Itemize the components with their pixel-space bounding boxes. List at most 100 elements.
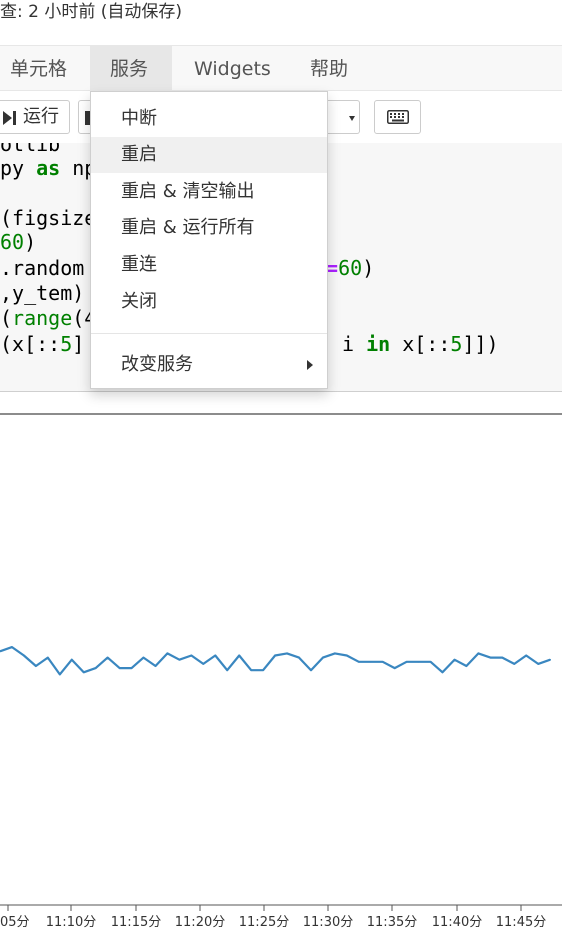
keyboard-icon xyxy=(387,110,409,124)
code-token: range xyxy=(12,306,73,330)
data-point xyxy=(310,669,312,671)
code-line: .random xyxy=(0,255,84,281)
code-token: 60 xyxy=(0,230,25,254)
data-point xyxy=(286,652,288,655)
menu-cell[interactable]: 单元格 xyxy=(0,46,79,90)
data-point xyxy=(358,661,360,663)
menu-item-restart-clear-output[interactable]: 重启 & 清空输出 xyxy=(91,174,327,210)
data-point xyxy=(298,656,300,659)
x-tick-label: 11:20分 xyxy=(175,915,225,929)
chevron-right-icon xyxy=(307,360,313,370)
code-token: ,y_tem) xyxy=(0,281,85,305)
code-token: py xyxy=(0,156,37,180)
code-token: (x[:: xyxy=(0,332,61,356)
x-axis-ticks: 05分 11:10分 11:15分 11:20分 11:25分 11:30分 11:35分 1… xyxy=(0,905,546,929)
data-point xyxy=(477,652,480,655)
data-point xyxy=(429,661,432,663)
run-label: 运行 xyxy=(23,106,59,127)
x-tick-label: 11:15分 xyxy=(111,915,161,929)
x-tick-label: 11:40分 xyxy=(432,915,482,929)
data-point xyxy=(334,652,336,655)
notebook-page: 查: 2 小时前 (自动保存) 单元格 服务 Widgets 帮助 运行 otl… xyxy=(0,0,562,929)
data-point xyxy=(549,658,551,661)
x-tick-label: 11:30分 xyxy=(303,915,353,929)
code-token: ] xyxy=(72,332,85,356)
data-point xyxy=(346,654,348,657)
menu-divider xyxy=(91,333,327,334)
data-point xyxy=(274,654,276,657)
data-point xyxy=(166,652,169,655)
save-status: 查: 2 小时前 (自动保存) xyxy=(0,2,183,22)
code-line: (range(4 xyxy=(0,305,96,331)
data-point xyxy=(489,656,492,659)
data-point xyxy=(71,658,73,661)
data-point xyxy=(393,667,396,669)
code-line-fragment: i in x[::5]]) xyxy=(342,331,499,357)
data-point xyxy=(23,654,25,657)
menu-item-change-kernel[interactable]: 改变服务 xyxy=(91,347,327,383)
code-token: i xyxy=(342,332,367,356)
menu-help[interactable]: 帮助 xyxy=(298,46,360,90)
data-point xyxy=(178,658,181,661)
code-token: as xyxy=(36,156,61,180)
data-point xyxy=(370,661,372,663)
data-point xyxy=(238,654,240,657)
code-token: .random xyxy=(0,256,85,280)
data-point xyxy=(226,669,228,671)
code-line: 60) xyxy=(0,229,36,255)
command-palette-button[interactable] xyxy=(374,100,421,134)
data-point xyxy=(202,663,205,665)
data-point xyxy=(262,669,264,671)
code-line: ,y_tem) xyxy=(0,280,84,306)
data-point xyxy=(250,669,252,671)
code-token: x[:: xyxy=(390,332,451,356)
menu-kernel[interactable]: 服务 xyxy=(90,46,172,90)
code-token: (figsize xyxy=(0,206,97,230)
step-forward-icon xyxy=(3,111,16,125)
data-point xyxy=(106,656,109,659)
data-series-line xyxy=(0,646,551,676)
line-chart: 05分 11:10分 11:15分 11:20分 11:25分 11:30分 11:35分 1… xyxy=(0,646,562,929)
code-token: 5 xyxy=(450,332,463,356)
code-token: in xyxy=(366,332,391,356)
data-point xyxy=(82,671,85,674)
code-line: (x[::5] xyxy=(0,331,84,357)
data-point xyxy=(501,656,504,659)
data-point xyxy=(525,654,527,657)
menu-item-reconnect[interactable]: 重连 xyxy=(91,247,327,283)
data-point xyxy=(417,661,420,663)
data-point xyxy=(142,656,145,659)
menu-widgets[interactable]: Widgets xyxy=(182,46,283,90)
code-token: ]]) xyxy=(462,332,499,356)
data-point xyxy=(154,665,157,667)
data-point xyxy=(35,665,37,667)
menu-item-restart[interactable]: 重启 xyxy=(91,137,327,173)
data-point xyxy=(465,665,468,667)
chevron-down-icon xyxy=(349,116,355,121)
data-point xyxy=(214,654,217,657)
menu-item-interrupt[interactable]: 中断 xyxy=(91,101,327,137)
data-point xyxy=(118,667,121,669)
menu-item-restart-run-all[interactable]: 重启 & 运行所有 xyxy=(91,210,327,246)
data-point xyxy=(381,661,384,663)
data-point xyxy=(47,656,49,659)
kernel-dropdown-menu: 中断 重启 重启 & 清空输出 重启 & 运行所有 重连 关闭 改变服务 xyxy=(90,91,328,389)
code-token: ( xyxy=(0,306,13,330)
code-line: py as np xyxy=(0,155,96,181)
menu-item-shutdown[interactable]: 关闭 xyxy=(91,284,327,320)
x-tick-label: 05分 xyxy=(0,915,30,929)
menubar: 单元格 服务 Widgets 帮助 xyxy=(0,45,562,91)
code-line: (figsize xyxy=(0,205,96,231)
data-point xyxy=(513,663,516,665)
x-tick-label: 11:35分 xyxy=(367,915,417,929)
data-point xyxy=(190,654,193,657)
code-token: ) xyxy=(24,230,37,254)
data-point xyxy=(130,667,133,669)
x-tick-label: 11:25分 xyxy=(239,915,289,929)
data-point xyxy=(537,663,539,665)
run-button[interactable]: 运行 xyxy=(0,100,70,134)
data-point xyxy=(441,671,444,674)
code-token: 60 xyxy=(338,256,363,280)
menu-item-change-kernel-label: 改变服务 xyxy=(121,354,193,375)
data-point xyxy=(59,673,61,676)
